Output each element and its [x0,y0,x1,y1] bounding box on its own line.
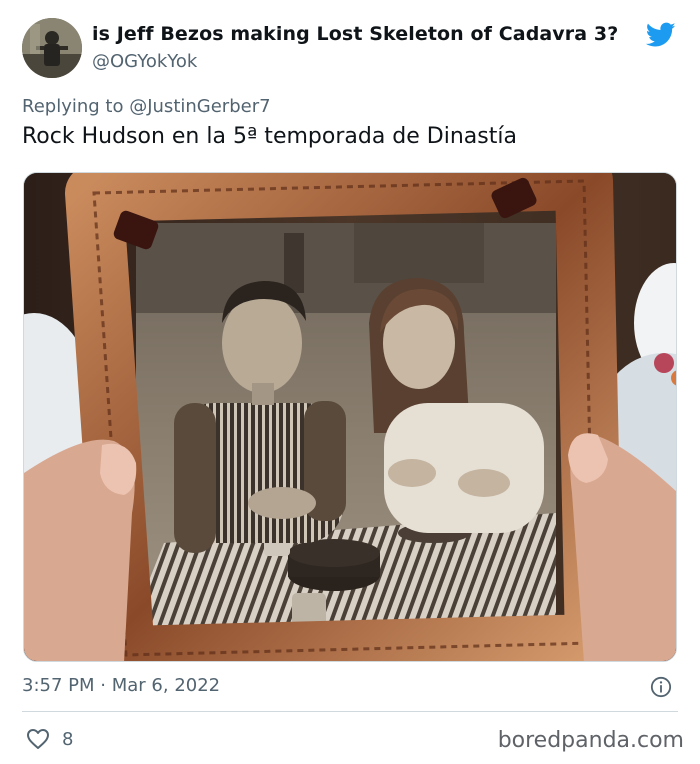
avatar[interactable] [22,18,82,78]
divider [22,711,678,712]
twitter-bird-icon[interactable] [646,22,676,48]
heart-icon [27,729,49,749]
like-button[interactable]: 8 [26,726,73,752]
replying-prefix: Replying to [22,96,124,117]
tweet-text: Rock Hudson en la 5ª temporada de Dinast… [22,124,517,149]
tweet-date: Mar 6, 2022 [111,675,221,696]
like-count: 8 [62,728,74,750]
watermark: boredpanda.com [497,728,684,753]
display-name[interactable]: is Jeff Bezos making Lost Skeleton of Ca… [92,23,618,45]
photo-image [24,173,676,661]
info-icon[interactable] [650,676,672,698]
tweet-timestamp[interactable]: 3:57 PM · Mar 6, 2022 [22,675,220,696]
reply-mention-link[interactable]: @JustinGerber7 [129,96,270,117]
tweet-time: 3:57 PM [22,675,95,696]
tweet-header: is Jeff Bezos making Lost Skeleton of Ca… [22,18,682,82]
avatar-image [22,18,82,78]
tweet-photo[interactable] [23,172,677,662]
timestamp-separator: · [100,675,106,696]
replying-to: Replying to @JustinGerber7 [22,96,271,117]
user-handle[interactable]: @OGYokYok [92,51,197,72]
